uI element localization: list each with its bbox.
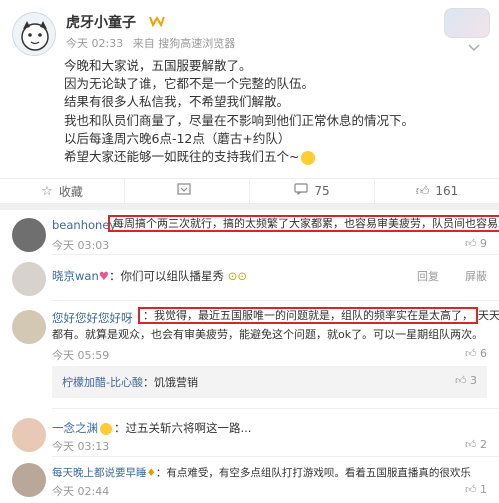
comment-count: 75: [314, 184, 330, 198]
comment-like-button[interactable]: 👍︎ 9: [465, 237, 487, 250]
post-time: 今天 02:33: [66, 37, 124, 50]
commenter-avatar[interactable]: [12, 418, 46, 452]
sub-reply-like-button[interactable]: 👍︎ 3: [455, 374, 477, 387]
favorite-button[interactable]: ☆ 收藏: [0, 179, 125, 203]
commenter-avatar[interactable]: [12, 310, 46, 344]
vip-badge-icon: [148, 14, 166, 31]
action-bar: ☆ 收藏 75 👍︎ 161: [0, 178, 499, 204]
comment-text: 晓京wan♥：你们可以组队播星秀 ⊙⊙: [52, 269, 247, 283]
comment-like-button[interactable]: 👍︎ 2: [465, 438, 487, 451]
thumbs-up-icon: 👍︎: [465, 237, 480, 250]
post-line: 希望大家还能够一如既往的支持我们五个~: [64, 148, 484, 166]
post-source: 来自 搜狗高速浏览器: [132, 37, 236, 50]
like-count: 161: [435, 184, 459, 198]
sub-reply-text: 柠檬加醋-比心酸：饥饿营销: [62, 376, 198, 389]
comment-time: 今天 03:13: [52, 440, 110, 453]
balloon-icon: ♦: [146, 467, 156, 479]
divider: [52, 300, 499, 301]
thumbs-up-icon: 👍︎: [465, 347, 480, 360]
comment-text: 每天晚上都说要早睡♦：有点难受，有空多点组队打打游戏呗。看着五国服直播真的很欢乐: [52, 467, 471, 479]
comment-like-button[interactable]: 👍︎ 1: [465, 483, 487, 496]
comment-text-continued: 都有。就算是观众，也会有审美疲劳，能避免这个问题，就ok了。可以一星期组队两次。: [52, 328, 484, 341]
post-line: 因为无论缺了谁，它都不是一个完整的队伍。: [64, 76, 315, 92]
thumbs-up-icon: 👍︎: [465, 483, 480, 496]
thumbs-up-icon: 👍︎: [455, 374, 470, 387]
star-icon: ☆: [41, 183, 53, 199]
favorite-label: 收藏: [58, 184, 83, 199]
block-button[interactable]: 屏蔽: [465, 268, 487, 284]
comment-time: 今天 03:03: [52, 239, 110, 252]
comment-like-button[interactable]: 👍︎ 6: [465, 347, 487, 360]
post-line: 以后每逢周六晚6点-12点（蘑古+约队）: [64, 130, 291, 146]
reply-button[interactable]: 回复: [417, 268, 439, 284]
comment-icon: [294, 183, 308, 199]
commenter-name[interactable]: beanhoney: [52, 218, 116, 232]
divider: [52, 408, 499, 409]
comment-text: 每周搞个两三次就行，搞的太频繁了大家都累，也容易审美疲劳，队员间也容易矛盾: [108, 215, 499, 232]
post-line: 我也和队员们商量了，尽量在不影响到他们正常休息的情况下。: [64, 112, 415, 128]
thumbs-up-icon: 👍︎: [465, 438, 480, 451]
comment-time: 今天 02:44: [52, 485, 110, 498]
post-line: 今晚和大家说，五国服要解散了。: [64, 58, 252, 73]
sub-reply-box[interactable]: 柠檬加醋-比心酸：饥饿营销 👍︎ 3: [52, 366, 487, 398]
comment-text: ：我觉得，最近五国服唯一的问题就是，组队的频率实在是太高了，天天晚上: [138, 307, 499, 324]
post-content: 今晚和大家说，五国服要解散了。 因为无论缺了谁，它都不是一个完整的队伍。 结果有…: [64, 57, 484, 166]
glasses-emoji-icon: ⊙⊙: [224, 269, 247, 283]
comment-time: 今天 05:59: [52, 349, 110, 362]
user-avatar[interactable]: [12, 12, 56, 56]
commenter-name[interactable]: 您好您好您好呀: [52, 310, 133, 326]
post-meta: 今天 02:33 来自 搜狗高速浏览器: [66, 35, 235, 51]
emoji-icon: [100, 422, 112, 435]
like-button[interactable]: 👍︎ 161: [375, 179, 499, 203]
repost-button[interactable]: [125, 179, 250, 203]
comment-button[interactable]: 75: [250, 179, 375, 203]
divider: [52, 254, 499, 255]
comment-list: beanhoney 每周搞个两三次就行，搞的太频繁了大家都累，也容易审美疲劳，队…: [0, 210, 499, 503]
emoji-icon: [301, 150, 316, 165]
heart-icon: ♥: [98, 269, 110, 283]
repost-icon: [177, 183, 191, 199]
post-username[interactable]: 虎牙小童子: [66, 12, 136, 32]
divider: [52, 456, 499, 457]
commenter-avatar[interactable]: [12, 463, 46, 497]
profile-banner-icon[interactable]: [444, 8, 490, 38]
weibo-post: 虎牙小童子 今天 02:33 来自 搜狗高速浏览器 今晚和大家说，五国服要解散了…: [0, 0, 499, 204]
chevron-down-icon[interactable]: [468, 44, 480, 55]
comment-text: 一念之渊 ：过五关斩六将啊这一路...: [52, 421, 252, 435]
commenter-avatar[interactable]: [12, 218, 46, 252]
post-line: 结果有很多人私信我，不希望我们解散。: [64, 94, 290, 110]
thumbs-up-icon: 👍︎: [415, 183, 430, 199]
commenter-avatar[interactable]: [12, 262, 46, 296]
